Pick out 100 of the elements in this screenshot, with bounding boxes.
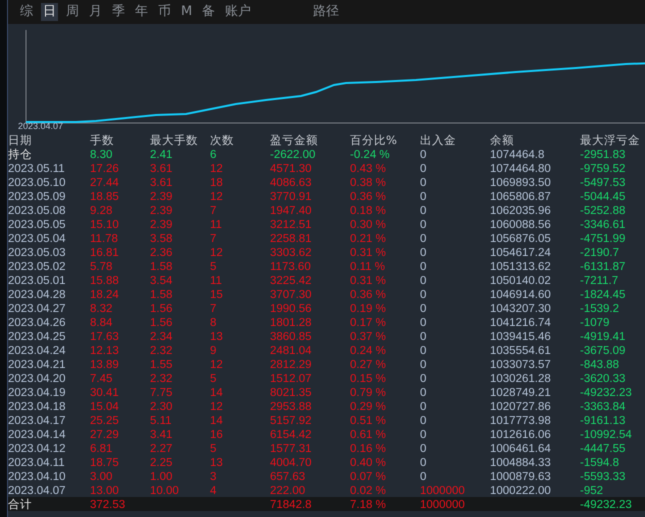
table-cell: -5252.88 [580,205,626,217]
table-cell: 18 [210,177,223,189]
table-cell: 1051313.62 [490,261,551,273]
tab[interactable]: 备 [200,3,218,21]
table-cell: 1173.60 [270,261,311,273]
table-cell: 0.29 % [350,401,386,413]
table-cell: 0.07 % [350,471,386,483]
table-cell: 0 [420,177,426,189]
table-cell: 4 [210,485,216,497]
table-cell: 1028749.21 [490,387,551,399]
table-cell: 3707.30 [270,289,312,301]
table-cell: -5497.53 [580,177,626,189]
table-cell: 1577.31 [270,443,312,455]
table-cell: 2023.04.26 [8,317,66,329]
table-cell: -4751.99 [580,233,626,245]
table-cell: 1000879.63 [490,471,551,483]
tab[interactable]: 年 [133,3,150,21]
table-cell: 0.37 % [350,331,386,343]
table-cell: 7.45 [90,373,112,385]
table-cell: -9161.13 [580,415,626,427]
table-cell: 4086.63 [270,177,312,189]
tab[interactable]: 季 [110,3,127,21]
table-cell: 12 [210,163,223,175]
table-cell: 13 [210,331,223,343]
table-cell: 0.30 % [350,219,386,231]
table-cell: 0.51 % [350,415,386,427]
table-cell: 0 [420,359,426,371]
table-cell: 1.58 [150,289,172,301]
table-cell: 0 [420,233,426,245]
column-header: 手数 [90,133,115,147]
table-cell: 2.32 [150,345,172,357]
table-cell: 0.15 % [350,373,386,385]
table-cell: 2023.04.28 [8,289,66,301]
table-cell: 1062035.96 [490,205,551,217]
table-cell: 372.53 [90,499,126,511]
table-cell: 2.34 [150,331,172,343]
table-cell: 2023.05.01 [8,275,66,287]
table-cell: 18.24 [90,289,119,301]
table-cell: 11.78 [90,233,118,245]
table-cell: 3.41 [150,429,172,441]
table-cell: -9759.52 [580,163,626,175]
table-cell: 27.29 [90,429,119,441]
table-cell: -6131.87 [580,261,626,273]
table-cell: 2953.88 [270,401,312,413]
table-cell: 8021.35 [270,387,312,399]
tab[interactable]: M [179,3,194,21]
tab[interactable]: 周 [64,3,81,21]
tab[interactable]: 日 [41,3,58,21]
table-cell: 1069893.50 [490,177,551,189]
table-cell: 3225.42 [270,275,312,287]
table-cell: 657.63 [270,471,306,483]
table-cell: -1824.45 [580,289,626,301]
table-cell: 2.25 [150,457,172,469]
table-cell: 1050140.02 [490,275,551,287]
table-cell: 71842.8 [270,499,312,511]
table-cell: 12 [210,191,223,203]
table-cell: 2023.04.11 [8,457,65,469]
table-cell: 1947.40 [270,205,312,217]
table-cell: 15.88 [90,275,119,287]
table-cell: 0.79 % [350,387,386,399]
table-cell: 2023.05.03 [8,247,66,259]
table-cell: 1000000 [420,485,465,497]
table-cell: 1000222.00 [490,485,551,497]
table-cell: 16 [210,429,223,441]
table-cell: 1.00 [150,471,172,483]
table-cell: 0 [420,387,426,399]
table-cell: 12 [210,247,223,259]
table-cell: 0 [420,275,426,287]
table-cell: -49232.23 [580,499,632,511]
table-cell: 2.30 [150,401,172,413]
table-cell: 8.32 [90,303,112,315]
table-cell: 2023.04.20 [8,373,66,385]
tab[interactable]: 币 [156,3,173,21]
table-cell: 14 [210,415,223,427]
table-cell: 18.85 [90,191,119,203]
table-cell: 5 [210,443,216,455]
table-cell: 10.00 [150,485,179,497]
chart-date-label: 2023.04.07 [18,121,64,131]
table-cell: 5.78 [90,261,112,273]
column-header: 余额 [490,133,515,147]
tab[interactable]: 账户 [223,3,254,21]
tab[interactable]: 综 [18,3,35,21]
table-cell: 12 [210,359,223,371]
tab[interactable]: 月 [87,3,104,21]
table-cell: 1030261.28 [490,373,551,385]
tab[interactable]: 路径 [311,3,342,21]
table-cell: -10992.54 [580,429,632,441]
table-cell: 17.63 [90,331,119,343]
table-cell: 2.39 [150,205,172,217]
table-cell: 14 [210,387,223,399]
table-cell: 1041216.74 [490,317,551,329]
table-cell: 1020727.86 [490,401,551,413]
table-cell: 0 [420,191,426,203]
table-cell: 2023.05.10 [8,177,66,189]
column-header: 次数 [210,133,235,147]
table-cell: 0.40 % [350,457,386,469]
table-cell: 7.18 % [350,499,386,511]
table-cell: 7.75 [150,387,172,399]
table-cell: 7 [210,303,216,315]
table-cell: 2023.04.14 [8,429,66,441]
